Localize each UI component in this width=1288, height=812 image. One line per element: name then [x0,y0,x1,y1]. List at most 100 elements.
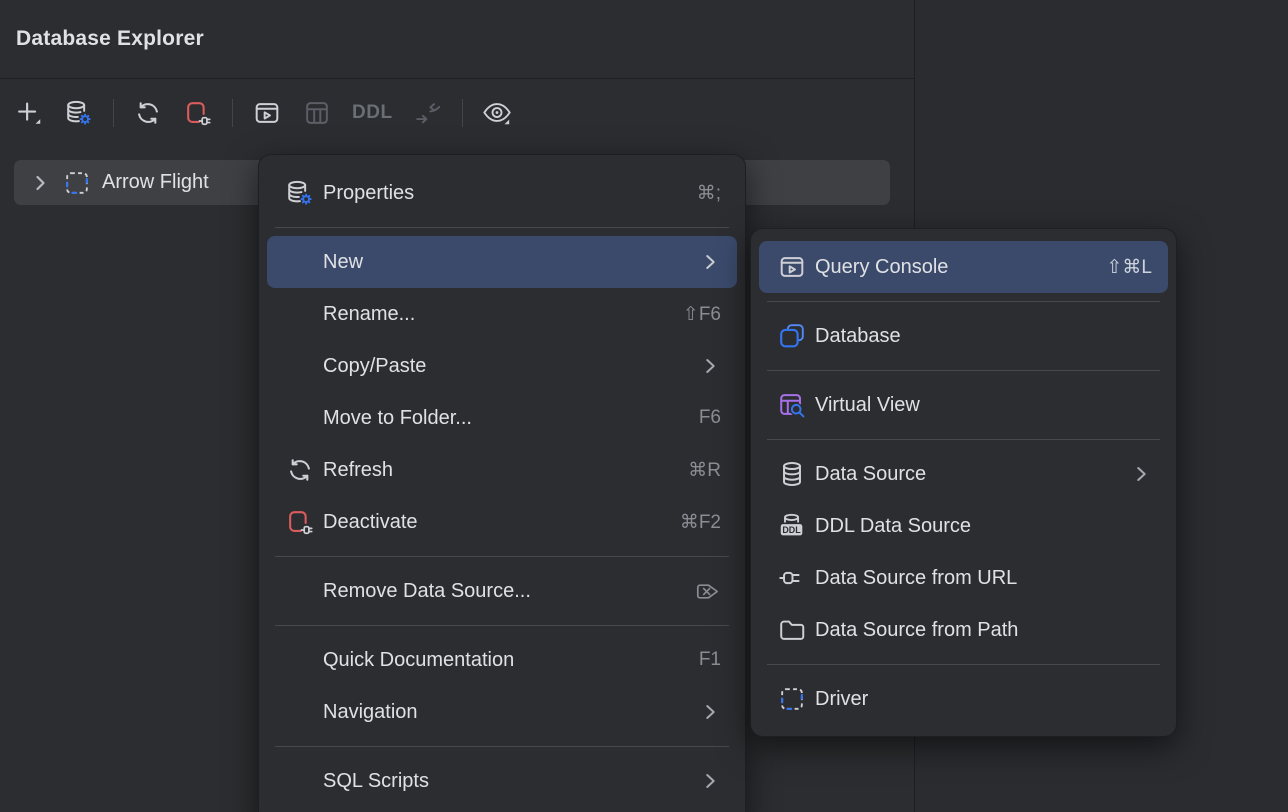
menu-item-move-to-folder[interactable]: Move to Folder... F6 [267,392,737,444]
menu-item-sql-scripts[interactable]: SQL Scripts [267,755,737,807]
menu-item-rename[interactable]: Rename... ⇧F6 [267,288,737,340]
menu-item-label: Remove Data Source... [323,580,680,603]
menu-item-shortcut: ⌘R [688,459,721,482]
menu-item-navigation[interactable]: Navigation [267,686,737,738]
toolbar-datasource-properties-button[interactable] [58,92,100,134]
toolbar-ddl-button: DDL [346,92,399,134]
submenu-item-data-source-from-url[interactable]: Data Source from URL [759,552,1168,604]
panel-header: Database Explorer [0,0,914,79]
jump-to-ddl-icon [413,98,443,128]
toolbar-add-button[interactable] [8,92,50,134]
datasource-properties-icon [283,178,317,208]
ddl-data-source-icon: DDL [775,511,809,541]
virtual-view-icon [775,390,809,420]
toolbar: DDL [8,90,518,136]
menu-item-label: Data Source from URL [815,567,1152,590]
submenu-chevron-icon [1130,463,1152,485]
menu-item-shortcut: ⌘F2 [680,511,721,534]
submenu-chevron-icon [699,770,721,792]
datasource-properties-icon [64,98,94,128]
query-console-icon [252,98,282,128]
submenu-item-data-source-from-path[interactable]: Data Source from Path [759,604,1168,656]
tree-item-label: Arrow Flight [102,171,209,194]
ddl-label: DDL [352,102,393,124]
menu-item-label: Properties [323,182,683,205]
submenu-item-ddl-data-source[interactable]: DDL DDL Data Source [759,500,1168,552]
menu-item-shortcut: ⇧F6 [683,303,721,326]
menu-item-properties[interactable]: Properties ⌘; [267,167,737,219]
menu-separator [767,439,1160,440]
refresh-icon [283,455,317,485]
menu-separator [767,664,1160,665]
submenu-item-database[interactable]: Database [759,310,1168,362]
menu-item-label: Move to Folder... [323,407,685,430]
menu-item-label: Deactivate [323,511,666,534]
menu-item-label: Virtual View [815,394,1152,417]
toolbar-divider [462,99,463,127]
menu-item-quick-documentation[interactable]: Quick Documentation F1 [267,634,737,686]
menu-item-shortcut: F1 [699,649,721,671]
toolbar-divider [113,99,114,127]
menu-separator [767,301,1160,302]
menu-item-label: DDL Data Source [815,515,1152,538]
menu-item-label: Quick Documentation [323,649,685,672]
menu-separator [767,370,1160,371]
driver-icon [775,684,809,714]
submenu-item-virtual-view[interactable]: Virtual View [759,379,1168,431]
query-console-icon [775,252,809,282]
menu-item-new[interactable]: New [267,236,737,288]
menu-item-label: Database [815,325,1152,348]
menu-item-label: Data Source [815,463,1116,486]
menu-item-shortcut: ⌘; [697,182,721,205]
page-title: Database Explorer [16,27,204,51]
refresh-icon [133,98,163,128]
menu-item-remove-data-source[interactable]: Remove Data Source... [267,565,737,617]
submenu-item-data-source[interactable]: Data Source [759,448,1168,500]
menu-item-copy-paste[interactable]: Copy/Paste [267,340,737,392]
menu-item-label: New [323,251,685,274]
toolbar-table-button [296,92,338,134]
submenu-item-driver[interactable]: Driver [759,673,1168,725]
plug-icon [775,563,809,593]
toolbar-refresh-button[interactable] [127,92,169,134]
submenu-chevron-icon [699,355,721,377]
toolbar-deactivate-button[interactable] [177,92,219,134]
menu-separator [275,227,729,228]
new-submenu: Query Console ⇧⌘L Database Virtual [750,228,1177,737]
menu-separator [275,556,729,557]
add-icon [14,98,44,128]
menu-item-label: Query Console [815,256,1093,279]
menu-item-label: Rename... [323,303,669,326]
folder-icon [775,615,809,645]
delete-forward-icon [694,578,721,605]
database-icon [775,321,809,351]
submenu-chevron-icon [699,701,721,723]
menu-item-label: Refresh [323,459,674,482]
context-menu: Properties ⌘; New Rename... ⇧F6 Copy/Pas… [258,154,746,812]
menu-item-refresh[interactable]: Refresh ⌘R [267,444,737,496]
chevron-right-icon[interactable] [28,171,52,195]
table-icon [302,98,332,128]
toolbar-jump-button [407,92,449,134]
deactivate-icon [183,98,213,128]
data-source-icon [775,459,809,489]
toolbar-divider [232,99,233,127]
view-options-icon [482,98,512,128]
menu-item-label: Data Source from Path [815,619,1152,642]
menu-item-label: Driver [815,688,1152,711]
menu-item-label: SQL Scripts [323,770,685,793]
menu-item-label: Navigation [323,701,685,724]
driver-icon [62,168,92,198]
menu-separator [275,746,729,747]
toolbar-query-console-button[interactable] [246,92,288,134]
submenu-item-query-console[interactable]: Query Console ⇧⌘L [759,241,1168,293]
submenu-chevron-icon [699,251,721,273]
ddl-badge-text: DDL [782,525,801,535]
menu-separator [275,625,729,626]
toolbar-view-options-button[interactable] [476,92,518,134]
menu-item-deactivate[interactable]: Deactivate ⌘F2 [267,496,737,548]
menu-item-shortcut: ⇧⌘L [1107,256,1153,279]
deactivate-icon [283,507,317,537]
menu-item-shortcut: F6 [699,407,721,429]
menu-item-label: Copy/Paste [323,355,685,378]
